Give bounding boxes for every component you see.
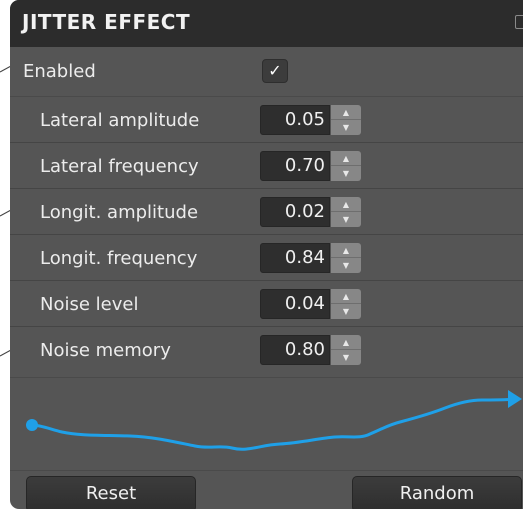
- jitter-effect-panel: JITTER EFFECT Enabled ✓ Lateral amplitud…: [10, 0, 523, 509]
- spin-up-icon[interactable]: ▲: [331, 335, 361, 350]
- spin-up-icon[interactable]: ▲: [331, 197, 361, 212]
- collapse-icon[interactable]: [515, 15, 523, 29]
- noise-level-input[interactable]: 0.04: [260, 289, 330, 319]
- lateral-frequency-spinner: ▲ ▼: [331, 151, 361, 181]
- param-label: Lateral frequency: [40, 156, 199, 177]
- param-row-noise-memory: Noise memory 0.80 ▲ ▼: [10, 327, 523, 373]
- spin-up-icon[interactable]: ▲: [331, 151, 361, 166]
- longit-frequency-spinner: ▲ ▼: [331, 243, 361, 273]
- spin-up-icon[interactable]: ▲: [331, 289, 361, 304]
- random-button[interactable]: Random: [352, 476, 522, 509]
- panel-title: JITTER EFFECT: [22, 10, 191, 34]
- arrow-icon: [508, 390, 522, 408]
- noise-level-spinner: ▲ ▼: [331, 289, 361, 319]
- longit-amplitude-spinner: ▲ ▼: [331, 197, 361, 227]
- longit-frequency-input[interactable]: 0.84: [260, 243, 330, 273]
- jitter-curve: [30, 397, 517, 451]
- enabled-checkbox[interactable]: ✓: [262, 59, 288, 83]
- spin-down-icon[interactable]: ▼: [331, 120, 361, 135]
- param-label: Longit. frequency: [40, 248, 198, 269]
- param-row-longit-amplitude: Longit. amplitude 0.02 ▲ ▼: [10, 189, 523, 235]
- spin-down-icon[interactable]: ▼: [331, 212, 361, 227]
- dot-icon: [26, 419, 38, 431]
- spin-up-icon[interactable]: ▲: [331, 243, 361, 258]
- param-label: Noise memory: [40, 340, 171, 361]
- spin-up-icon[interactable]: ▲: [331, 105, 361, 120]
- jitter-preview: [10, 377, 523, 471]
- lateral-amplitude-spinner: ▲ ▼: [331, 105, 361, 135]
- param-row-longit-frequency: Longit. frequency 0.84 ▲ ▼: [10, 235, 523, 281]
- spin-down-icon[interactable]: ▼: [331, 166, 361, 181]
- param-label: Lateral amplitude: [40, 110, 200, 131]
- param-row-lateral-frequency: Lateral frequency 0.70 ▲ ▼: [10, 143, 523, 189]
- reset-button[interactable]: Reset: [26, 476, 196, 509]
- spin-down-icon[interactable]: ▼: [331, 350, 361, 365]
- spin-down-icon[interactable]: ▼: [331, 304, 361, 319]
- checkmark-icon: ✓: [268, 61, 282, 80]
- param-label: Noise level: [40, 294, 139, 315]
- jitter-curve-svg: [26, 390, 522, 451]
- spin-down-icon[interactable]: ▼: [331, 258, 361, 273]
- param-label: Longit. amplitude: [40, 202, 199, 223]
- lateral-amplitude-input[interactable]: 0.05: [260, 105, 330, 135]
- noise-memory-spinner: ▲ ▼: [331, 335, 361, 365]
- panel-header: JITTER EFFECT: [10, 0, 523, 47]
- param-row-noise-level: Noise level 0.04 ▲ ▼: [10, 281, 523, 327]
- noise-memory-input[interactable]: 0.80: [260, 335, 330, 365]
- param-row-lateral-amplitude: Lateral amplitude 0.05 ▲ ▼: [10, 97, 523, 143]
- longit-amplitude-input[interactable]: 0.02: [260, 197, 330, 227]
- enabled-row: Enabled ✓: [10, 47, 523, 97]
- lateral-frequency-input[interactable]: 0.70: [260, 151, 330, 181]
- enabled-label: Enabled: [23, 61, 96, 82]
